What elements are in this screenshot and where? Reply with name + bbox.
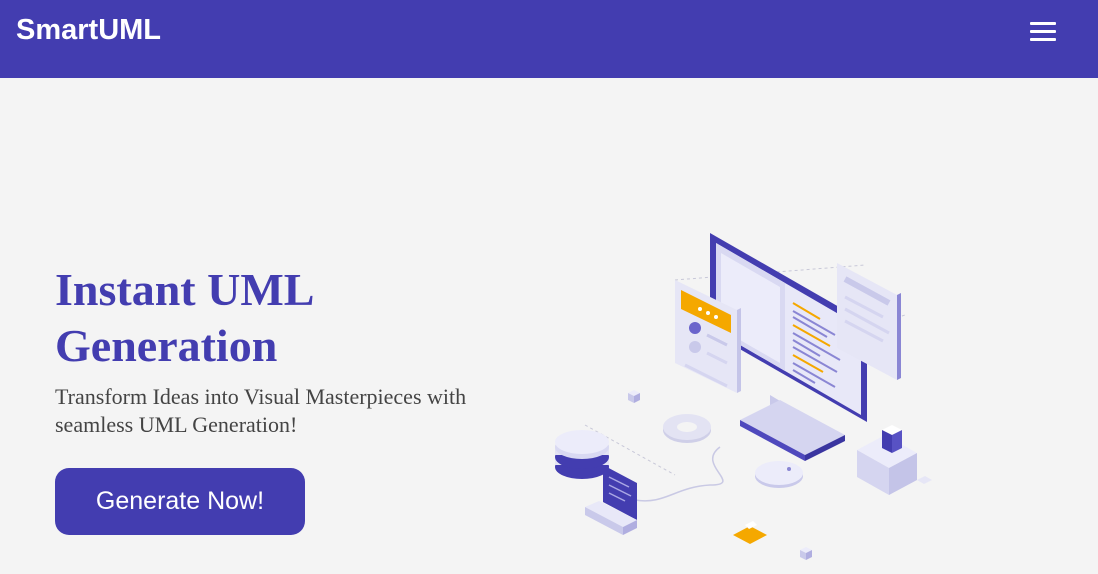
mouse-icon xyxy=(634,446,803,502)
navbar: SmartUML xyxy=(0,0,1098,78)
brand-logo[interactable]: SmartUML xyxy=(16,12,161,48)
server-stack-icon xyxy=(555,430,609,479)
gear-icon xyxy=(663,414,711,443)
hamburger-menu-button[interactable] xyxy=(1022,14,1064,48)
monitor-stand xyxy=(740,395,845,461)
hero-title: Instant UML Generation xyxy=(55,264,312,371)
hamburger-menu-icon xyxy=(1030,22,1056,25)
generate-now-button[interactable]: Generate Now! xyxy=(55,468,305,535)
cube-block-icon xyxy=(857,425,932,495)
isometric-computer-illustration: </> xyxy=(555,233,932,560)
hero-subtitle: Transform Ideas into Visual Masterpieces… xyxy=(55,384,467,437)
